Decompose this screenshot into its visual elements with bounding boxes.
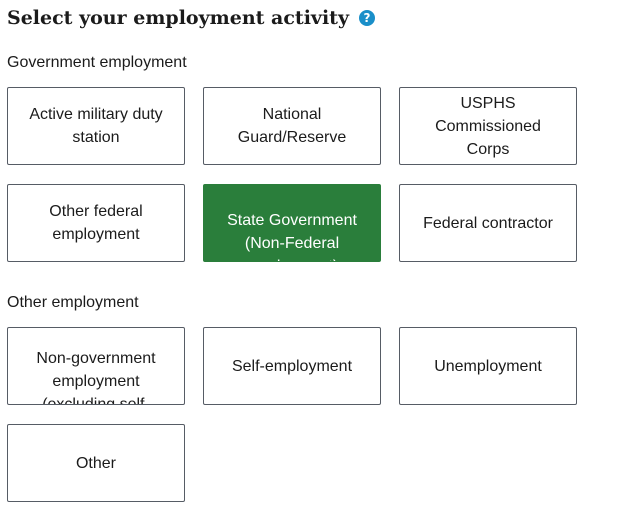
option-self-employment[interactable]: Self-employment [203,327,381,405]
option-label: National Guard/Reserve [237,106,347,146]
page-title-text: Select your employment activity [7,7,349,29]
option-label: USPHS Commissioned Corps [435,94,541,158]
option-label: State Government (Non-Federal employment… [227,212,357,261]
option-usphs-commissioned-corps[interactable]: USPHS Commissioned Corps [399,87,577,165]
option-federal-contractor[interactable]: Federal contractor [399,184,577,262]
other-employment-label: Other employment [7,294,139,311]
option-label: Active military duty station [29,106,163,146]
option-non-government-employment[interactable]: Non-government employment (excluding sel… [7,327,185,405]
option-other-federal-employment[interactable]: Other federal employment [7,184,185,262]
page-title: Select your employment activity ? [7,4,375,32]
option-unemployment[interactable]: Unemployment [399,327,577,405]
help-icon[interactable]: ? [358,10,375,26]
government-employment-label: Government employment [7,54,187,71]
option-active-military-duty-station[interactable]: Active military duty station [7,87,185,165]
option-label: Other federal employment [49,203,143,243]
option-state-government[interactable]: State Government (Non-Federal employment… [203,184,381,262]
option-label: Non-government employment (excluding sel… [36,350,156,405]
option-national-guard-reserve[interactable]: National Guard/Reserve [203,87,381,165]
option-label: Other [75,454,116,472]
option-label: Unemployment [434,357,542,375]
option-other[interactable]: Other [7,424,185,502]
option-label: Self-employment [231,357,353,375]
option-label: Federal contractor [423,214,553,232]
